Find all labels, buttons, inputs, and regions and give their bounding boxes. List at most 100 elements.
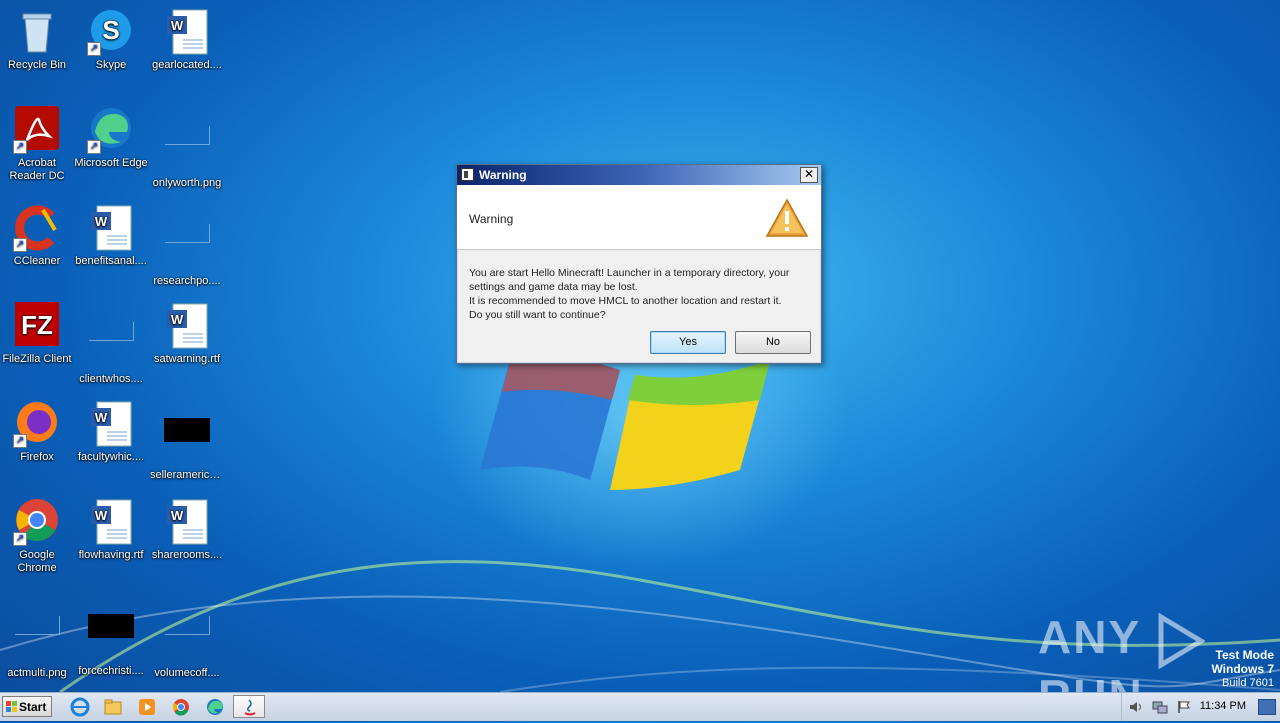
desktop-icon-onlyworth[interactable]: onlyworth.png [150,106,224,190]
os-label: Windows 7 [1211,662,1274,676]
acrobat-icon: ↗ [13,106,61,154]
desktop-icon-flowhaving[interactable]: W flowhaving.rtf [74,498,148,562]
network-icon[interactable] [1152,700,1168,714]
no-button[interactable]: No [735,331,811,354]
svg-text:W: W [95,508,108,523]
desktop-icon-sharerooms[interactable]: W sharerooms.... [150,498,224,562]
windows-flag-icon [6,701,17,712]
dialog-message: You are start Hello Minecraft! Launcher … [457,250,821,322]
dialog-header: Warning [457,185,821,250]
chrome-taskbar-icon[interactable] [171,697,191,717]
dialog-titlebar[interactable]: Warning ✕ [457,165,821,185]
message-line: Do you still want to continue? [469,309,606,321]
filezilla-icon: FZ [13,302,61,350]
word-document-icon: W [87,400,135,448]
desktop-icon-researchpo[interactable]: researchpo.... [150,204,224,288]
desktop-icon-label: Google Chrome [17,549,57,574]
desktop-icon-label: sharerooms.... [151,549,223,561]
desktop-icon-acrobat[interactable]: ↗ Acrobat Reader DC [0,106,74,183]
desktop-icon-label: actmulti.png [7,667,67,679]
desktop-icon-label: Acrobat Reader DC [9,157,65,182]
desktop-icon-filezilla[interactable]: FZ FileZilla Client [0,302,74,366]
blank-file-icon [163,224,211,272]
desktop-icon-satwarning[interactable]: W satwarning.rtf [150,302,224,366]
svg-text:W: W [171,508,184,523]
image-file-icon [163,126,211,174]
play-icon [1158,612,1206,669]
svg-text:S: S [102,15,119,45]
file-explorer-icon[interactable] [103,697,123,717]
desktop-icon-label: FileZilla Client [2,353,72,365]
message-line: It is recommended to move HMCL to anothe… [469,295,782,307]
shortcut-arrow-icon: ↗ [13,140,27,154]
java-taskbar-button[interactable] [233,695,265,718]
java-app-icon [461,168,474,181]
desktop-icon-recycle-bin[interactable]: Recycle Bin [0,8,74,72]
desktop-icon-edge[interactable]: ↗ Microsoft Edge [74,106,148,170]
word-document-icon: W [87,204,135,252]
dialog-title: Warning [479,168,527,182]
desktop-icon-volumecoff[interactable]: volumecoff.... [150,596,224,680]
media-player-icon[interactable] [137,697,157,717]
desktop-icon-selleramerica[interactable]: selleramerica.... [150,400,224,482]
java-icon [244,699,256,716]
desktop-icon-firefox[interactable]: ↗ Firefox [0,400,74,464]
message-line: settings and game data may be lost. [469,281,638,293]
shortcut-arrow-icon: ↗ [87,140,101,154]
black-thumbnail-icon [163,418,211,466]
shortcut-arrow-icon: ↗ [13,532,27,546]
desktop-icon-label: Firefox [20,451,54,463]
desktop-icon-label: facultywhic.... [77,451,145,463]
desktop-icon-skype[interactable]: S ↗ Skype [74,8,148,72]
desktop-icon-label: CCleaner [13,255,61,267]
desktop-icon-label: volumecoff.... [154,667,220,679]
svg-text:W: W [171,312,184,327]
desktop-icon-gearlocated[interactable]: W gearlocated.... [150,8,224,72]
desktop-icon-forcechristi[interactable]: forcechristi.... [74,596,148,678]
chrome-icon: ↗ [13,498,61,546]
desktop-icon-label: forcechristi.... [78,665,144,677]
start-label: Start [19,700,47,714]
desktop-icon-label: benefitsanal.... [75,255,147,267]
desktop-icon-actmulti[interactable]: actmulti.png [0,596,74,680]
desktop-icon-chrome[interactable]: ↗ Google Chrome [0,498,74,575]
desktop-icon-benefitsanal[interactable]: W benefitsanal.... [74,204,148,268]
volume-icon[interactable] [1128,700,1144,714]
ccleaner-icon: ↗ [13,204,61,252]
blank-file-icon [163,616,211,664]
word-document-icon: W [163,302,211,350]
blank-file-icon [87,322,135,370]
desktop-icon-label: Microsoft Edge [74,157,148,169]
watermark-any: ANY [1038,611,1141,663]
desktop-icon-facultywhic[interactable]: W facultywhic.... [74,400,148,464]
test-mode-label: Test Mode [1215,648,1274,662]
desktop-icon-label: clientwhos.... [79,373,143,385]
desktop-icon-label: flowhaving.rtf [78,549,144,561]
internet-explorer-icon[interactable] [70,697,90,717]
shortcut-arrow-icon: ↗ [13,238,27,252]
svg-text:FZ: FZ [21,310,53,340]
svg-text:W: W [95,410,108,425]
desktop-icon-label: researchpo.... [153,275,221,287]
build-label: Build 7601 [1222,677,1274,689]
edge-taskbar-icon[interactable] [205,697,225,717]
black-thumbnail-icon [87,614,135,662]
close-button[interactable]: ✕ [800,167,818,183]
desktop-icon-ccleaner[interactable]: ↗ CCleaner [0,204,74,268]
firefox-icon: ↗ [13,400,61,448]
word-document-icon: W [87,498,135,546]
clock[interactable]: 11:34 PM [1200,700,1246,712]
dialog-header-title: Warning [469,212,514,226]
recycle-bin-icon [13,8,61,56]
action-center-flag-icon[interactable] [1176,700,1192,714]
image-file-icon [13,616,61,664]
taskbar: Start 11:34 PM [0,692,1280,721]
yes-button[interactable]: Yes [650,331,726,354]
word-document-icon: W [163,8,211,56]
desktop-icon-label: selleramerica.... [150,469,224,481]
desktop-icon-clientwhos[interactable]: clientwhos.... [74,302,148,386]
start-button[interactable]: Start [2,696,52,717]
svg-text:W: W [171,18,184,33]
show-desktop-button[interactable] [1258,699,1276,715]
warning-dialog: Warning ✕ Warning You are start Hello Mi… [456,164,822,364]
